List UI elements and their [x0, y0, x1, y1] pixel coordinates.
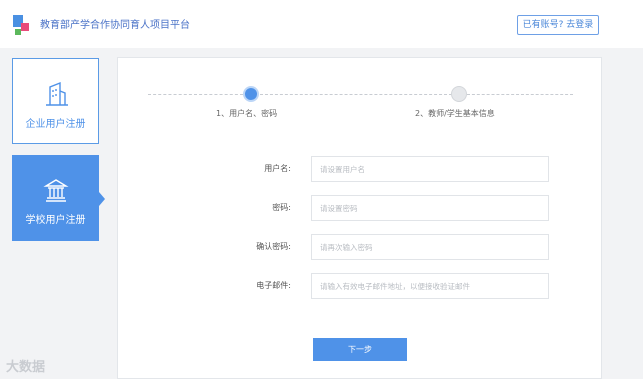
email-row: 电子邮件:	[118, 273, 601, 299]
confirm-password-input[interactable]	[311, 234, 549, 260]
active-tab-arrow	[99, 192, 105, 206]
password-row: 密码:	[118, 195, 601, 221]
step-progress-line	[260, 94, 452, 95]
login-button[interactable]: 已有账号? 去登录	[517, 15, 599, 35]
next-step-button[interactable]: 下一步	[313, 338, 407, 361]
confirm-password-label: 确认密码:	[256, 242, 291, 251]
sidebar-item-label: 学校用户注册	[25, 215, 86, 226]
email-input[interactable]	[311, 273, 549, 299]
header: 教育部产学合作协同育人项目平台 已有账号? 去登录	[0, 0, 643, 48]
sidebar-item-label: 企业用户注册	[25, 119, 86, 130]
platform-logo	[13, 15, 35, 35]
site-title: 教育部产学合作协同育人项目平台	[40, 20, 190, 31]
username-input[interactable]	[311, 156, 549, 182]
step-1-label: 1、用户名、密码	[216, 109, 278, 118]
sidebar-item-school-register[interactable]: 学校用户注册	[12, 155, 105, 241]
step-progress-line	[148, 94, 243, 95]
watermark-text: 大数据	[6, 360, 46, 375]
username-row: 用户名:	[118, 156, 601, 182]
confirm-password-row: 确认密码:	[118, 234, 601, 260]
email-label: 电子邮件:	[256, 281, 291, 290]
username-label: 用户名:	[264, 164, 291, 173]
step-progress-line	[467, 94, 573, 95]
password-input[interactable]	[311, 195, 549, 221]
sidebar-item-enterprise-register[interactable]: 企业用户注册	[12, 58, 99, 144]
building-icon	[46, 81, 68, 106]
password-label: 密码:	[272, 203, 291, 212]
step-2-label: 2、教师/学生基本信息	[415, 109, 495, 118]
step-2-indicator	[451, 86, 467, 102]
school-icon	[43, 179, 69, 202]
registration-panel: 1、用户名、密码 2、教师/学生基本信息 用户名: 密码: 确认密码: 电子邮件…	[117, 57, 602, 379]
step-1-indicator	[243, 86, 259, 102]
